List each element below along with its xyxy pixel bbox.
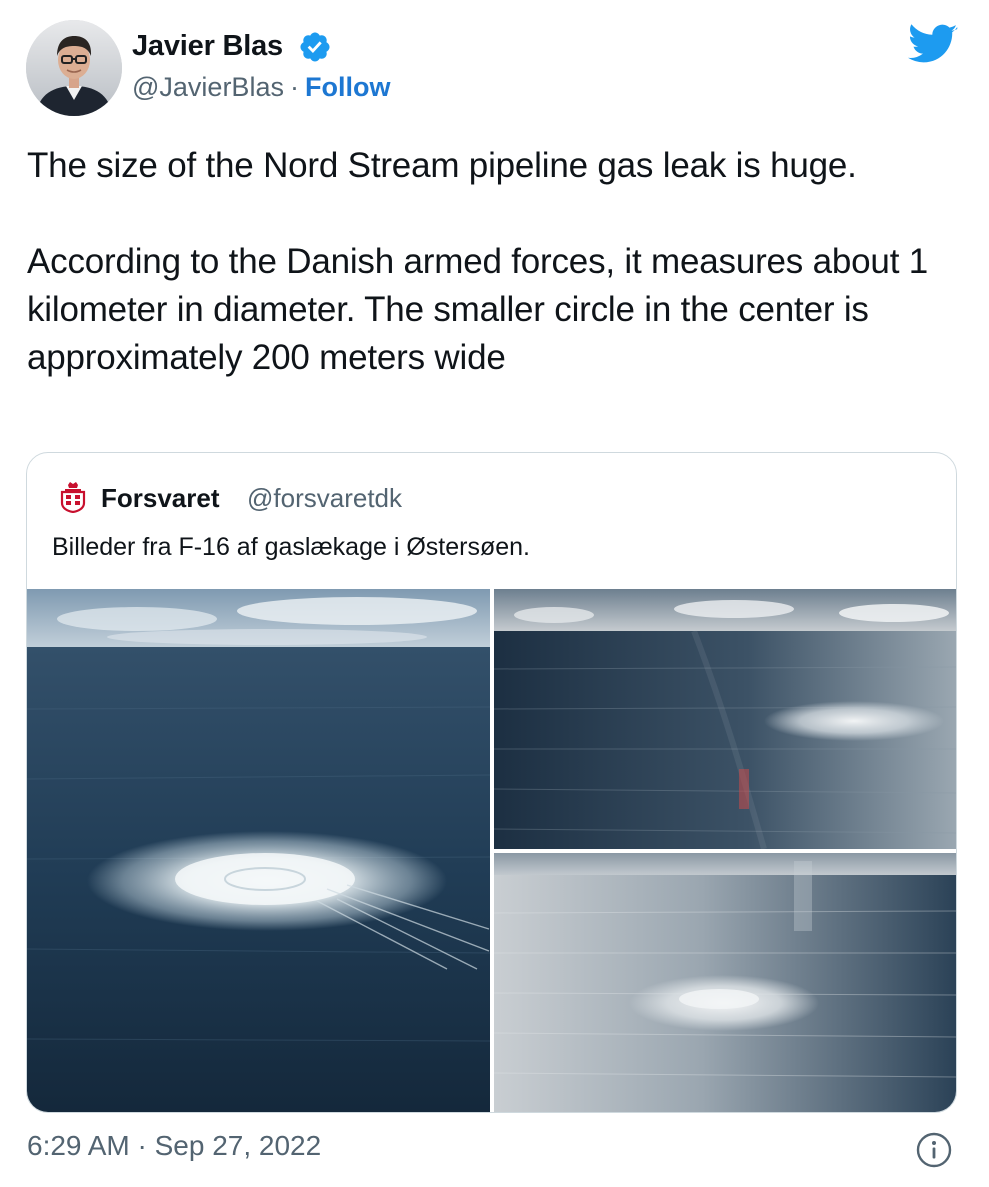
forsvaret-crest-icon <box>60 482 86 513</box>
quoted-text: Billeder fra F-16 af gaslækage i Østersø… <box>52 533 530 561</box>
separator-dot: · <box>289 72 299 102</box>
tweet-text: The size of the Nord Stream pipeline gas… <box>27 142 957 382</box>
tweet-paragraph: According to the Danish armed forces, it… <box>27 242 929 377</box>
twitter-bird-icon[interactable] <box>908 24 958 66</box>
author-name[interactable]: Javier Blas <box>132 30 283 63</box>
quoted-tweet[interactable]: Forsvaret @forsvaretdk Billeder fra F-16… <box>26 452 957 1113</box>
tweet-timestamp[interactable]: 6:29 AM · Sep 27, 2022 <box>27 1130 321 1162</box>
quoted-author-handle[interactable]: @forsvaretdk <box>247 483 402 514</box>
author-handle[interactable]: @JavierBlas <box>132 72 284 102</box>
quoted-photo-2[interactable] <box>494 589 956 849</box>
quoted-photo-3[interactable] <box>494 853 956 1112</box>
quoted-author-name[interactable]: Forsvaret <box>101 483 220 514</box>
quoted-photo-1[interactable] <box>27 589 490 1112</box>
follow-button[interactable]: Follow <box>305 72 390 102</box>
author-handle-row: @JavierBlas · Follow <box>132 72 390 103</box>
author-avatar[interactable] <box>26 20 122 116</box>
tweet-paragraph: The size of the Nord Stream pipeline gas… <box>27 146 857 185</box>
tweet-card: Javier Blas @JavierBlas · Follow The size … <box>0 0 989 1187</box>
info-icon[interactable] <box>916 1132 952 1168</box>
verified-badge-icon <box>300 32 330 62</box>
